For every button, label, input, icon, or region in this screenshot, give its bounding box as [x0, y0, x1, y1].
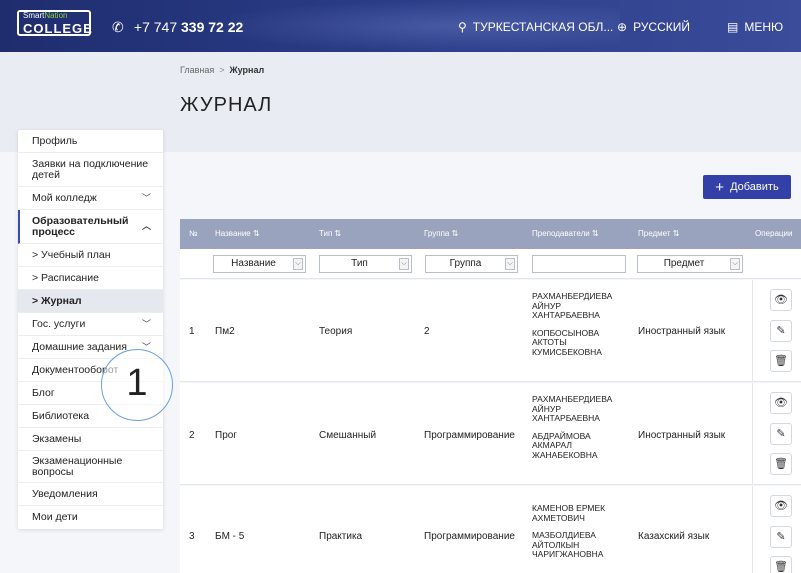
add-button-label: Добавить [730, 181, 779, 193]
breadcrumb: Главная > Журнал [180, 65, 265, 75]
edit-icon[interactable]: ✎ [770, 320, 792, 342]
menu-button[interactable]: ▤ МЕНЮ [727, 20, 783, 34]
table-row: 2 Прог Смешанный Программирование РАХМАН… [180, 383, 801, 485]
add-button[interactable]: + Добавить [703, 175, 791, 199]
row-name: БМ - 5 [215, 531, 245, 542]
row-subject: Казахский язык [638, 531, 710, 542]
row-teachers: РАХМАНБЕРДИЕВА АЙНУР ХАНТАРБАЕВНА АБДРАЙМО… [532, 394, 613, 460]
column-header-number: № [189, 229, 198, 238]
logo-tagline: SmartNation [23, 11, 68, 20]
column-header-teachers[interactable]: Преподаватели ⇅ [532, 219, 599, 249]
row-subject: Иностранный язык [638, 326, 726, 337]
chevron-down-icon: ⌵ [730, 258, 740, 270]
teacher-filter-input[interactable] [532, 255, 626, 273]
row-name: Прог [215, 430, 237, 441]
sidebar-item-profile[interactable]: Профиль [18, 130, 163, 153]
page-title: ЖУРНАЛ [180, 94, 273, 116]
row-teachers: РАХМАНБЕРДИЕВА АЙНУР ХАНТАРБАЕВНА КОПБОСЫН… [532, 291, 613, 357]
column-header-operations: Операции [755, 229, 793, 238]
name-filter-select[interactable]: Название ⌵ [213, 255, 306, 273]
location-pin-icon: ⚲ [458, 20, 467, 34]
sidebar-item-my-children[interactable]: Мои дети [18, 506, 163, 529]
row-group: Программирование [424, 430, 515, 441]
delete-icon[interactable]: 🗑 [770, 453, 792, 475]
row-operations: 👁 ✎ 🗑 [752, 280, 801, 381]
region-selector[interactable]: ⚲ ТУРКЕСТАНСКАЯ ОБЛ... [458, 20, 613, 34]
annotation-callout: 1 [101, 349, 173, 421]
phone-number: 339 72 22 [181, 19, 244, 35]
callout-number: 1 [126, 362, 148, 404]
breadcrumb-current: Журнал [229, 65, 265, 75]
row-teachers: КАМЕНОВ ЕРМЕК АХМЕТОВИЧ МАЗБОЛДИЕВА АЙТОЛК… [532, 503, 606, 559]
row-subject: Иностранный язык [638, 430, 726, 441]
subject-filter-select[interactable]: Предмет ⌵ [637, 255, 743, 273]
top-header: SmartNation COLLEGE ✆ +7 747 339 72 22 ⚲… [0, 0, 801, 52]
filter-row: Название ⌵ Тип ⌵ Группа ⌵ Предмет ⌵ [180, 249, 801, 279]
row-group: 2 [424, 326, 430, 337]
sidebar-item-notifications[interactable]: Уведомления [18, 483, 163, 506]
row-name: Пм2 [215, 326, 235, 337]
language-selector[interactable]: ⊕ РУССКИЙ [617, 20, 690, 34]
sidebar-item-curriculum[interactable]: > Учебный план [18, 244, 163, 267]
menu-icon: ▤ [727, 20, 739, 34]
table-row: 1 Пм2 Теория 2 РАХМАНБЕРДИЕВА АЙНУР ХАНТАР… [180, 280, 801, 382]
column-header-type[interactable]: Тип ⇅ [319, 219, 341, 249]
delete-icon[interactable]: 🗑 [770, 556, 792, 573]
group-filter-select[interactable]: Группа ⌵ [425, 255, 518, 273]
view-icon[interactable]: 👁 [770, 495, 792, 517]
sidebar-item-my-college[interactable]: Мой колледж ﹀ [18, 187, 163, 210]
sidebar-item-requests[interactable]: Заявки на подключение детей [18, 153, 163, 187]
chevron-down-icon: ⌵ [293, 258, 303, 270]
table-row: 3 БМ - 5 Практика Программирование КАМЕН… [180, 486, 801, 573]
chevron-down-icon: ⌵ [399, 258, 409, 270]
sidebar-item-journal[interactable]: > Журнал [18, 290, 163, 313]
column-header-subject[interactable]: Предмет ⇅ [638, 219, 679, 249]
sidebar-item-gov-services[interactable]: Гос. услуги ﹀ [18, 313, 163, 336]
row-type: Смешанный [319, 430, 377, 441]
row-type: Теория [319, 326, 353, 337]
row-operations: 👁 ✎ 🗑 [752, 486, 801, 573]
delete-icon[interactable]: 🗑 [770, 350, 792, 372]
edit-icon[interactable]: ✎ [770, 526, 792, 548]
row-type: Практика [319, 531, 363, 542]
plus-icon: + [715, 178, 725, 196]
table-header: № Название ⇅ Тип ⇅ Группа ⇅ Преподавател… [180, 219, 801, 249]
row-number: 1 [189, 326, 195, 337]
row-number: 2 [189, 430, 195, 441]
chevron-down-icon: ﹀ [141, 318, 151, 329]
logo-text: COLLEGE [23, 21, 93, 36]
sidebar-item-education[interactable]: Образовательный процесс ︿ [18, 210, 163, 244]
chevron-down-icon: ﹀ [141, 192, 151, 203]
phone-prefix: +7 747 [133, 19, 178, 35]
view-icon[interactable]: 👁 [770, 289, 792, 311]
globe-icon: ⊕ [617, 20, 628, 34]
edit-icon[interactable]: ✎ [770, 423, 792, 445]
chevron-up-icon: ︿ [141, 221, 151, 231]
row-number: 3 [189, 531, 195, 542]
sidebar: Профиль Заявки на подключение детей Мой … [18, 130, 163, 529]
journal-table: № Название ⇅ Тип ⇅ Группа ⇅ Преподавател… [180, 219, 801, 573]
breadcrumb-home[interactable]: Главная [180, 65, 214, 75]
phone-icon: ✆ [112, 19, 124, 35]
type-filter-select[interactable]: Тип ⌵ [319, 255, 412, 273]
column-header-group[interactable]: Группа ⇅ [424, 219, 458, 249]
row-operations: 👁 ✎ 🗑 [752, 383, 801, 484]
sidebar-item-exam-questions[interactable]: Экзаменационные вопросы [18, 451, 163, 483]
view-icon[interactable]: 👁 [770, 392, 792, 414]
sidebar-item-exams[interactable]: Экзамены [18, 428, 163, 451]
sidebar-item-schedule[interactable]: > Расписание [18, 267, 163, 290]
column-header-name[interactable]: Название ⇅ [215, 219, 260, 249]
phone-link[interactable]: ✆ +7 747 339 72 22 [112, 19, 243, 36]
row-group: Программирование [424, 531, 515, 542]
chevron-down-icon: ⌵ [505, 258, 515, 270]
college-logo[interactable]: SmartNation COLLEGE [17, 10, 93, 36]
